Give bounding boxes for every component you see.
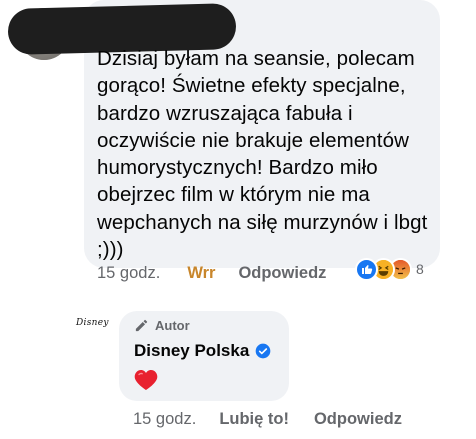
verified-badge-icon (255, 343, 271, 359)
like-button[interactable]: Lubię to! (219, 410, 289, 429)
like-icon (355, 257, 378, 281)
reaction-summary[interactable]: 8 (355, 256, 424, 282)
comment-actions: 15 godz. Wrr Odpowiedz (97, 264, 326, 283)
disney-logo[interactable]: Disney (76, 318, 109, 328)
reply-button-2[interactable]: Odpowiedz (314, 410, 402, 429)
comment-text: Dzisiaj byłam na seansie, polecam gorąco… (97, 47, 428, 262)
reply-timestamp[interactable]: 15 godz. (133, 410, 196, 429)
author-name-row: Disney Polska (134, 341, 271, 361)
red-heart-emoji (134, 370, 158, 390)
reply-actions: 15 godz. Lubię to! Odpowiedz (133, 410, 402, 429)
reaction-count: 8 (416, 261, 424, 277)
author-badge: Autor (134, 318, 190, 333)
react-button[interactable]: Wrr (187, 264, 215, 283)
pen-icon (135, 319, 148, 332)
comment-timestamp[interactable]: 15 godz. (97, 264, 160, 283)
author-badge-label: Autor (155, 318, 190, 333)
author-name[interactable]: Disney Polska (134, 341, 249, 361)
reply-button[interactable]: Odpowiedz (238, 264, 326, 283)
